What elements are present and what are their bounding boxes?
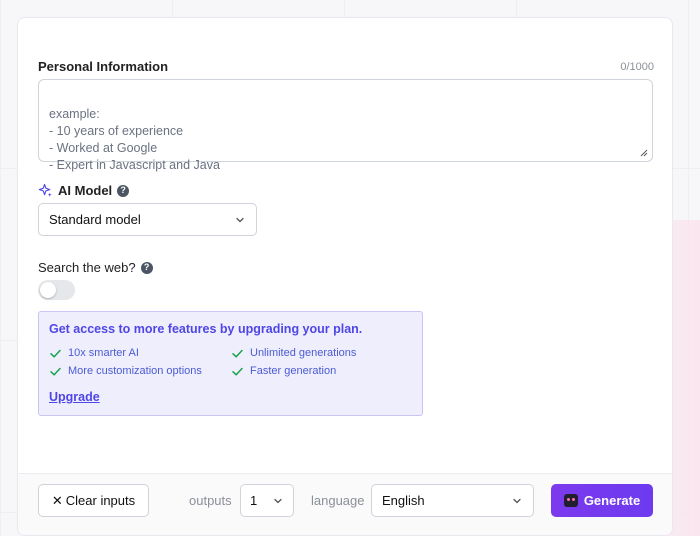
feature-label: 10x smarter AI [68,347,139,359]
check-icon [50,349,61,358]
feature-item: Unlimited generations [231,345,411,361]
upgrade-title: Get access to more features by upgrading… [49,322,363,336]
chevron-down-icon [513,498,521,503]
personal-info-header: Personal Information 0/1000 [38,59,654,74]
ai-model-label-row: AI Model ? [38,183,130,198]
search-web-label-row: Search the web? ? [38,260,153,275]
action-footer: ✕ Clear inputs outputs 1 language Englis… [18,473,672,535]
outputs-label: outputs [189,493,232,508]
ai-model-select[interactable]: Standard model [38,203,257,236]
check-icon [232,367,243,376]
personal-info-textarea[interactable]: example: - 10 years of experience - Work… [38,79,653,172]
toggle-knob [40,282,56,298]
check-icon [232,349,243,358]
outputs-value: 1 [250,493,258,508]
generate-button[interactable]: Generate [551,484,653,517]
generate-label: Generate [583,493,641,508]
resize-grip-icon[interactable] [640,149,648,157]
feature-label: Faster generation [250,365,337,377]
chevron-down-icon [274,498,282,503]
clear-inputs-button[interactable]: ✕ Clear inputs [38,484,149,517]
close-icon: ✕ [51,492,63,508]
form-card: Personal Information 0/1000 example: - 1… [17,17,673,536]
upgrade-link[interactable]: Upgrade [49,390,100,404]
robot-icon [563,494,578,507]
search-web-label: Search the web? [38,260,136,275]
upgrade-banner: Get access to more features by upgrading… [38,311,423,416]
clear-inputs-label: Clear inputs [65,493,136,508]
chevron-down-icon [236,217,244,222]
outputs-select[interactable]: 1 [240,484,294,517]
char-counter: 0/1000 [620,60,654,73]
ai-model-label: AI Model [58,183,113,198]
search-web-toggle[interactable] [38,280,75,300]
search-web-help-icon[interactable]: ? [140,261,153,274]
ai-model-value: Standard model [49,212,141,227]
feature-item: Faster generation [231,363,411,379]
feature-item: 10x smarter AI [49,345,231,361]
sparkle-icon [38,183,52,197]
feature-label: Unlimited generations [250,347,357,359]
personal-info-label: Personal Information [38,59,169,74]
language-label: language [311,493,365,508]
language-value: English [382,493,425,508]
ai-model-help-icon[interactable]: ? [117,184,130,197]
check-icon [50,367,61,376]
language-select[interactable]: English [371,484,534,517]
feature-label: More customization options [68,365,202,377]
feature-list: 10x smarter AI Unlimited generations Mor… [49,345,412,379]
personal-info-placeholder: example: - 10 years of experience - Work… [49,107,220,172]
feature-item: More customization options [49,363,231,379]
